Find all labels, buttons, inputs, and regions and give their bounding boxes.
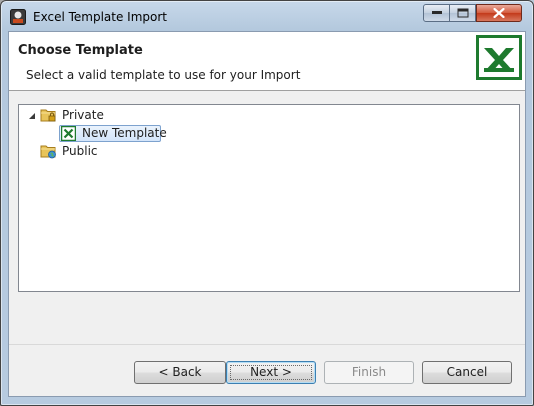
close-icon (493, 8, 505, 18)
folder-lock-icon (40, 109, 56, 122)
excel-logo-icon (476, 35, 522, 80)
minimize-icon (431, 11, 442, 14)
tree-node-label: Public (62, 144, 98, 158)
template-tree[interactable]: Private New Template Public (18, 104, 520, 292)
wizard-header: Choose Template Select a valid template … (9, 32, 525, 91)
maximize-button[interactable] (450, 4, 476, 22)
cancel-button-label: Cancel (446, 365, 488, 379)
dialog-window: Excel Template Import Choose Template Se… (0, 0, 534, 406)
tree-node-label: Private (62, 108, 104, 122)
back-button[interactable]: < Back (134, 361, 226, 384)
close-button[interactable] (476, 4, 522, 22)
dialog-client-area: Choose Template Select a valid template … (8, 31, 526, 397)
excel-file-icon (61, 126, 76, 141)
app-logo-icon[interactable] (10, 9, 26, 25)
window-title: Excel Template Import (33, 10, 167, 24)
next-button-label: Next > (250, 365, 292, 379)
finish-button: Finish (324, 361, 414, 384)
page-description: Select a valid template to use for your … (26, 68, 301, 82)
title-bar[interactable]: Excel Template Import (1, 1, 533, 31)
cancel-button[interactable]: Cancel (422, 361, 512, 384)
tree-node-private[interactable]: Private (19, 107, 219, 125)
tree-node-public[interactable]: Public (19, 143, 219, 161)
folder-globe-icon (40, 145, 56, 159)
back-button-label: < Back (158, 365, 202, 379)
minimize-button[interactable] (423, 4, 450, 22)
page-title: Choose Template (18, 43, 143, 58)
maximize-icon (457, 8, 468, 18)
tree-node-label: New Template (82, 126, 167, 140)
expand-arrow-icon[interactable] (28, 112, 37, 121)
next-button[interactable]: Next > (226, 361, 316, 384)
button-area-separator (9, 344, 525, 345)
finish-button-label: Finish (351, 365, 387, 379)
tree-node-new-template[interactable]: New Template (27, 125, 187, 143)
